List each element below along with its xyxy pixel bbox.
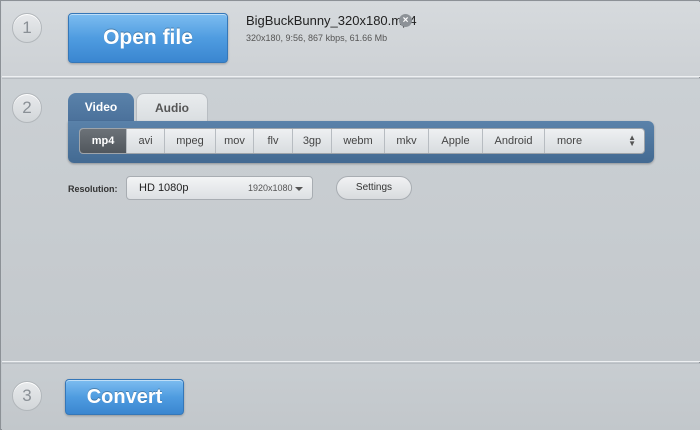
format-more-label: more [557,135,583,147]
resolution-size: 1920x1080 [248,183,293,193]
format-mpeg[interactable]: mpeg [165,129,216,153]
chevron-down-icon [295,187,303,191]
format-mp4[interactable]: mp4 [80,129,127,153]
tab-audio[interactable]: Audio [136,93,208,123]
step-number-2: 2 [12,93,42,123]
app-window: 1 Open file BigBuckBunny_320x180.mp4 × 3… [0,0,700,430]
format-android[interactable]: Android [483,129,545,153]
open-file-section: 1 Open file BigBuckBunny_320x180.mp4 × 3… [2,2,700,77]
file-name: BigBuckBunny_320x180.mp4 [246,13,417,28]
tab-video[interactable]: Video [68,93,134,123]
open-file-button[interactable]: Open file [68,13,228,63]
convert-button[interactable]: Convert [65,379,184,415]
close-circle-icon[interactable]: × [399,14,412,27]
file-info: 320x180, 9:56, 867 kbps, 61.66 Mb [246,33,388,43]
resolution-value: HD 1080p [139,182,189,194]
convert-section: 3 Convert [2,363,700,430]
format-more[interactable]: more ▲ ▼ [545,129,644,153]
step-number-3: 3 [12,381,42,411]
format-panel: mp4 avi mpeg mov flv 3gp webm mkv Apple … [68,121,654,163]
format-mkv[interactable]: mkv [385,129,429,153]
resolution-label: Resolution: [68,184,118,194]
step-number-1: 1 [12,13,42,43]
format-section: 2 Video Audio mp4 avi mpeg mov flv 3gp w… [2,78,700,362]
format-flv[interactable]: flv [254,129,293,153]
format-avi[interactable]: avi [127,129,165,153]
format-apple[interactable]: Apple [429,129,483,153]
resolution-select[interactable]: HD 1080p 1920x1080 [126,176,313,200]
settings-button[interactable]: Settings [336,176,412,200]
up-down-arrows-icon: ▲ ▼ [628,133,636,148]
format-3gp[interactable]: 3gp [293,129,332,153]
format-webm[interactable]: webm [332,129,385,153]
format-mov[interactable]: mov [216,129,254,153]
format-bar: mp4 avi mpeg mov flv 3gp webm mkv Apple … [79,128,645,154]
